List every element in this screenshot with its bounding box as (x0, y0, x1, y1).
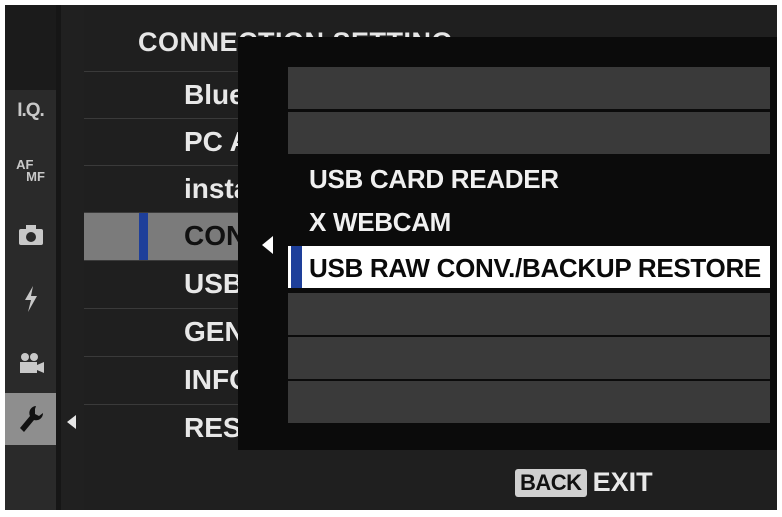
selection-bar (139, 213, 148, 260)
submenu-option[interactable] (288, 381, 770, 423)
flash-tab[interactable] (5, 273, 56, 325)
submenu-back-arrow-icon[interactable] (262, 236, 273, 254)
rail-top-blank (5, 5, 56, 90)
submenu-option[interactable] (288, 67, 770, 109)
shooting-tab[interactable] (5, 209, 56, 261)
flash-icon (24, 286, 37, 312)
menu-item-label: Blue (184, 79, 245, 110)
footer-hint: BACK EXIT (515, 467, 653, 498)
submenu-option[interactable] (288, 112, 770, 154)
image-quality-tab[interactable]: I.Q. (5, 85, 56, 137)
back-button[interactable]: BACK (515, 468, 587, 497)
movie-tab[interactable] (5, 337, 56, 389)
setup-tab[interactable] (5, 393, 56, 445)
exit-label: EXIT (592, 467, 653, 497)
left-arrow-icon[interactable] (67, 415, 76, 429)
menu-item-label: CON (184, 220, 247, 251)
submenu-option-label: X WEBCAM (309, 207, 452, 237)
camera-icon (18, 225, 43, 245)
submenu-option[interactable]: X WEBCAM (288, 200, 770, 242)
submenu-option[interactable] (288, 293, 770, 335)
menu-item-label: GEN (184, 316, 245, 347)
movie-icon (19, 353, 44, 373)
menu-item-label: USB (184, 268, 244, 299)
submenu-option-label: USB RAW CONV./BACKUP RESTORE (309, 253, 761, 283)
wrench-icon (19, 406, 43, 432)
scroll-column (61, 5, 84, 510)
submenu-option-label: USB CARD READER (309, 164, 559, 194)
category-rail: I.Q. AF MF (5, 5, 56, 510)
camera-menu-screen: I.Q. AF MF CONNECTION Blue PC A insta CO… (5, 5, 777, 510)
af-mf-icon: AF MF (16, 158, 45, 184)
mf-label: MF (26, 169, 45, 184)
submenu-option-selected[interactable]: USB RAW CONV./BACKUP RESTORE (288, 246, 770, 288)
submenu-option[interactable] (288, 337, 770, 379)
submenu-option[interactable]: USB CARD READER (288, 157, 770, 199)
menu-item-label: RES (184, 412, 242, 443)
selection-bar (291, 246, 302, 288)
af-mf-tab[interactable]: AF MF (5, 145, 56, 197)
image-quality-icon: I.Q. (17, 100, 45, 121)
